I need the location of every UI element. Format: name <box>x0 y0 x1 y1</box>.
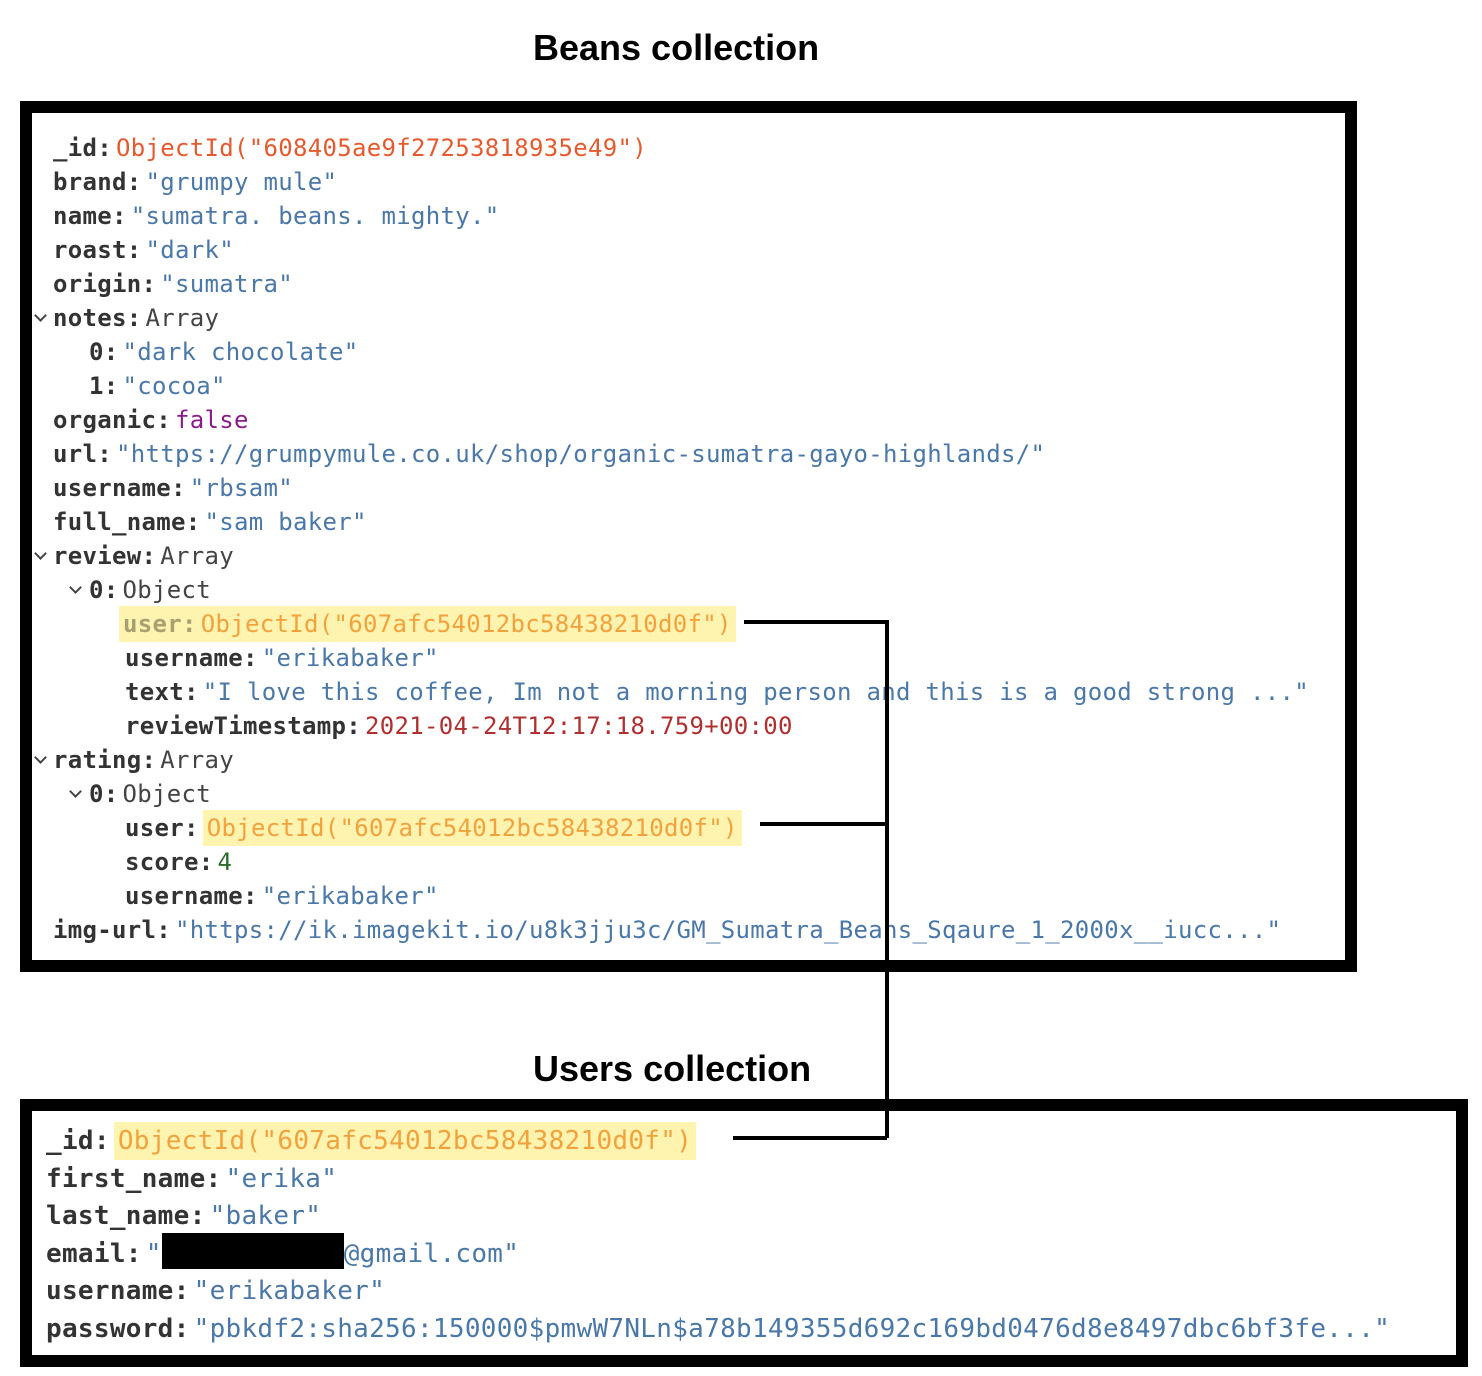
connector-review-user <box>744 620 889 1138</box>
reference-connector-lines <box>733 620 889 1140</box>
